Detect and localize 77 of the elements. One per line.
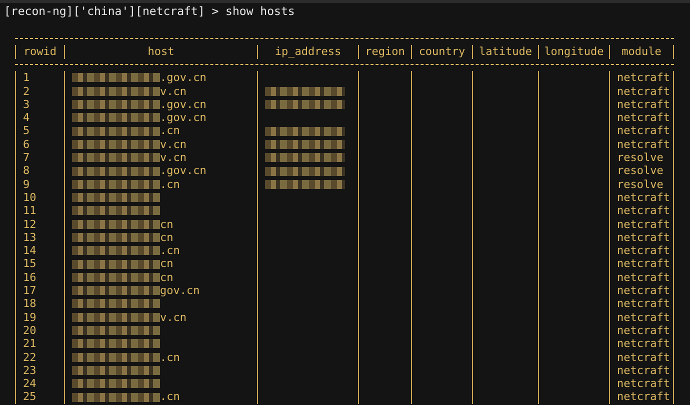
table-cell: 16 <box>23 270 36 284</box>
table-cell: .gov.cn <box>160 164 206 178</box>
table-cell: 13 <box>23 230 36 244</box>
table-cell: 4 <box>23 111 30 124</box>
table-cell: .gov.cn <box>160 71 206 85</box>
column-header: longitude <box>544 45 604 58</box>
table-cell: v.cn <box>160 138 186 152</box>
table-cell: 24 <box>23 377 36 390</box>
table-cell: netcraft <box>617 204 670 218</box>
table-cell: .cn <box>160 244 180 258</box>
table-cell: v.cn <box>160 310 186 324</box>
table-cell: cn <box>160 218 174 231</box>
table-cell: v.cn <box>160 151 186 164</box>
table-cell: resolve <box>617 164 664 178</box>
table-cell: netcraft <box>617 350 670 364</box>
table-cell: 9 <box>23 178 30 191</box>
table-cell: 3 <box>23 98 30 112</box>
table-cell: netcraft <box>617 310 670 324</box>
table-cell: netcraft <box>617 270 670 284</box>
table-cell: 17 <box>23 284 36 298</box>
table-cell: netcraft <box>617 71 670 85</box>
table-cell: netcraft <box>617 138 670 152</box>
table-cell: netcraft <box>617 84 670 98</box>
table-cell: cn <box>160 257 174 271</box>
table-cell: .cn <box>160 390 180 404</box>
table-cell: resolve <box>617 151 664 164</box>
table-cell: netcraft <box>617 111 670 124</box>
table-cell: 8 <box>23 164 30 178</box>
table-cell: .cn <box>160 178 180 191</box>
table-cell: 18 <box>23 297 36 311</box>
table-cell: netcraft <box>617 337 670 351</box>
table-cell: netcraft <box>617 124 670 138</box>
table-cell: .gov.cn <box>160 98 206 112</box>
column-header: module <box>622 45 662 58</box>
column-header: region <box>365 45 405 58</box>
table-cell: netcraft <box>617 390 670 404</box>
table-cell: netcraft <box>617 218 670 231</box>
table-cell: 5 <box>23 124 30 138</box>
table-cell: netcraft <box>617 244 670 258</box>
table-cell: 11 <box>23 204 36 218</box>
table-cell: 15 <box>23 257 36 271</box>
table-cell: 1 <box>23 71 30 85</box>
column-header: ip_address <box>274 45 342 58</box>
table-cell: 25 <box>23 390 36 404</box>
column-header: country <box>418 45 466 58</box>
table-cell: v.cn <box>160 84 186 98</box>
column-header: host <box>148 45 174 58</box>
table-cell: .gov.cn <box>160 111 206 124</box>
table-cell: 2 <box>23 84 30 98</box>
table-cell: cn <box>160 230 174 244</box>
table-cell: 19 <box>23 310 36 324</box>
table-cell: gov.cn <box>160 284 200 298</box>
table-cell: .cn <box>160 124 180 138</box>
table-cell: 7 <box>23 151 30 164</box>
table-cell: 10 <box>23 190 36 204</box>
table-cell: netcraft <box>617 257 670 271</box>
table-cell: netcraft <box>617 377 670 390</box>
column-header: rowid <box>23 45 57 58</box>
table-cell: 12 <box>23 218 36 231</box>
table-cell: 14 <box>23 244 36 258</box>
table-cell: 20 <box>23 324 36 338</box>
table-cell: netcraft <box>617 190 670 204</box>
table-cell: 6 <box>23 138 30 152</box>
table-cell: netcraft <box>617 98 670 112</box>
table-cell: 21 <box>23 337 36 351</box>
column-header: latitude <box>479 45 532 58</box>
table-cell: resolve <box>617 178 664 191</box>
table-cell: netcraft <box>617 324 670 338</box>
table-cell: 22 <box>23 350 36 364</box>
table-cell: netcraft <box>617 297 670 311</box>
command-line: [recon-ng]['china'][netcraft] > show hosts <box>4 5 296 18</box>
table-cell: netcraft <box>617 230 670 244</box>
table-cell: netcraft <box>617 364 670 378</box>
table-cell: 23 <box>23 364 36 378</box>
table-cell: netcraft <box>617 284 670 298</box>
table-cell: .cn <box>160 350 180 364</box>
table-cell: cn <box>160 270 174 284</box>
